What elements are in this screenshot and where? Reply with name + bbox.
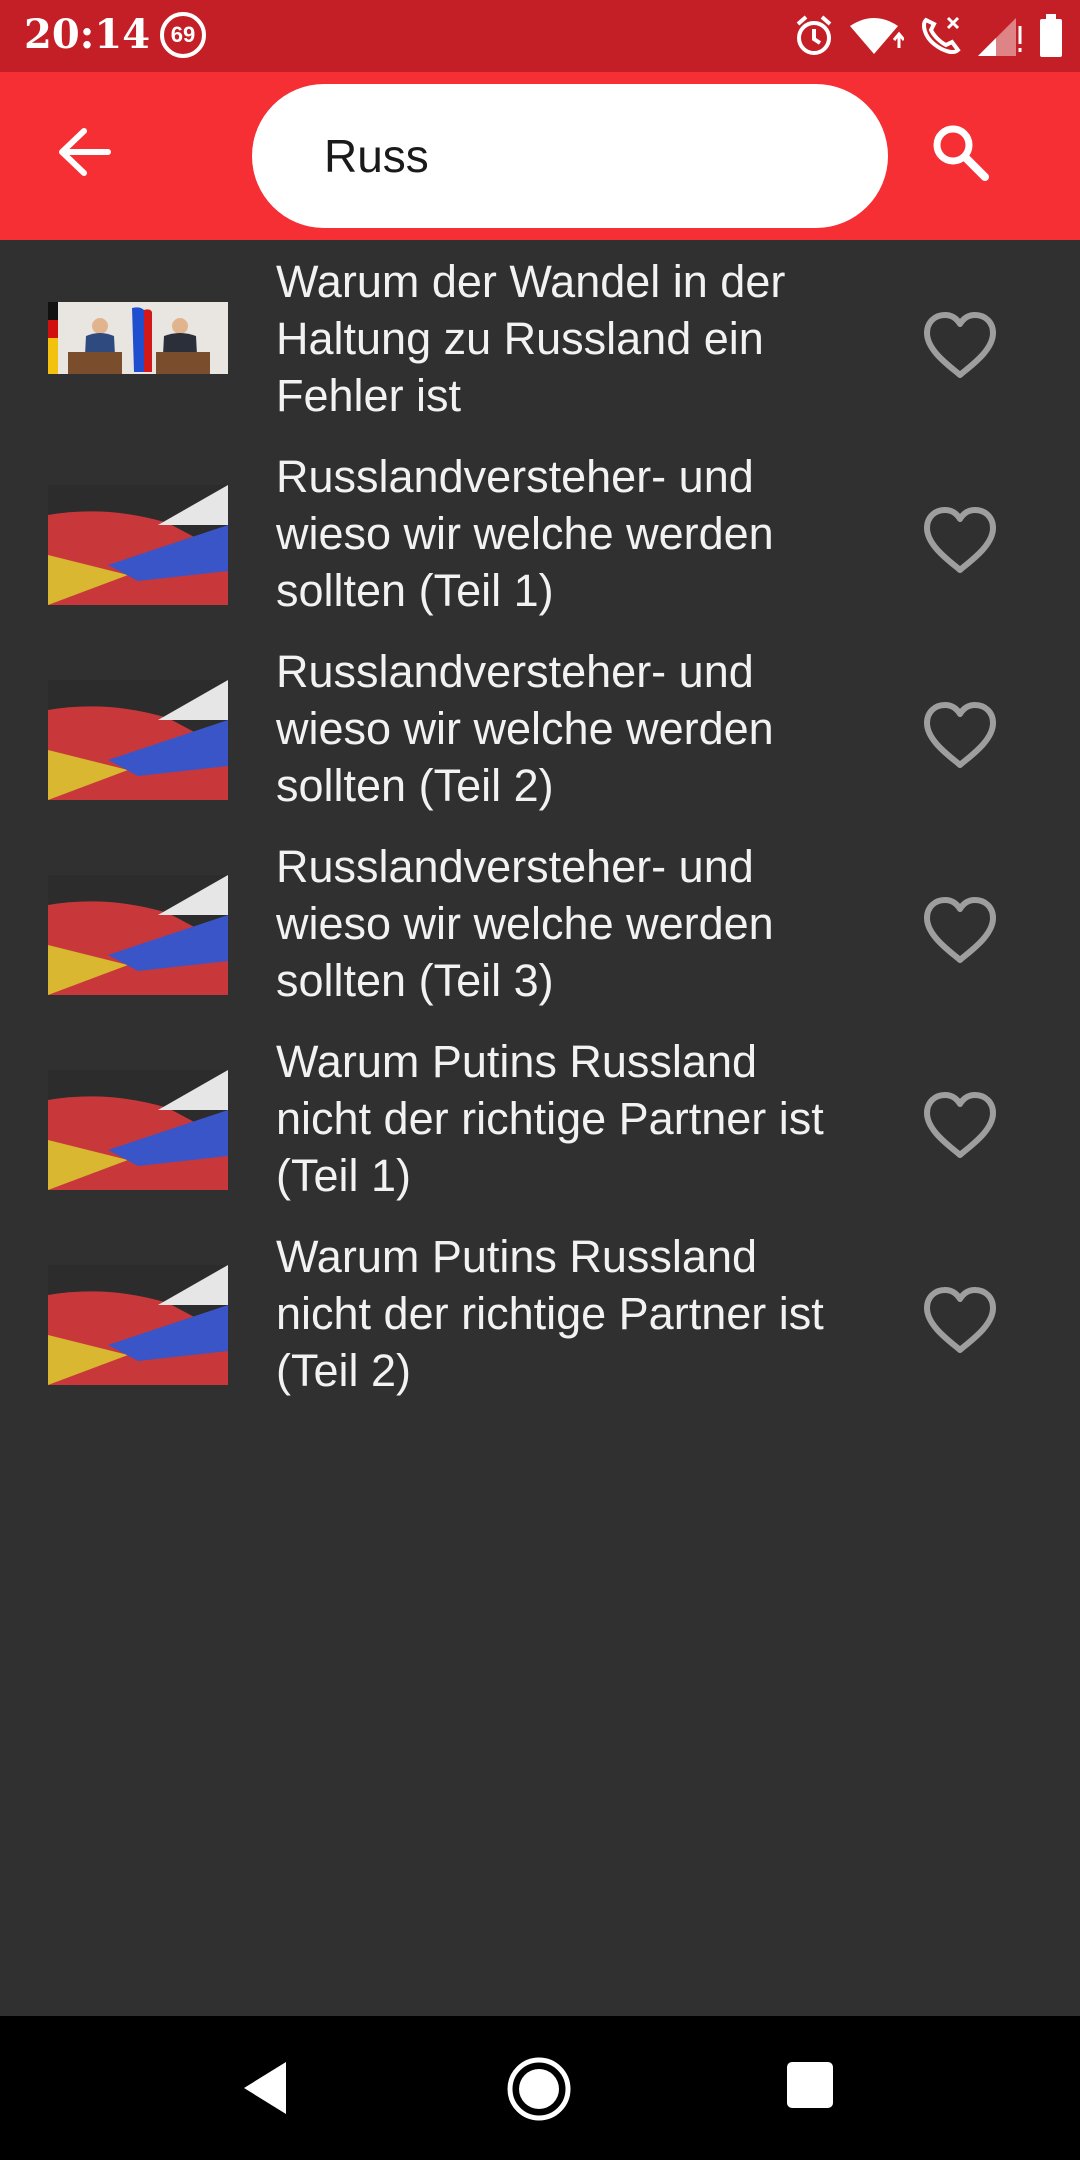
heart-outline-icon	[924, 1287, 996, 1353]
favorite-button[interactable]	[916, 692, 1004, 780]
favorite-button[interactable]	[916, 887, 1004, 975]
item-title: Russlandversteher- und wieso wir welche …	[276, 841, 774, 1006]
favorite-button[interactable]	[916, 302, 1004, 390]
heart-outline-icon	[924, 507, 996, 573]
thumbnail-photo	[48, 302, 228, 374]
thumbnail-flag	[48, 1265, 228, 1385]
battery-icon	[1038, 14, 1064, 58]
item-title: Warum der Wandel in der Haltung zu Russl…	[276, 256, 786, 421]
favorite-button[interactable]	[916, 1277, 1004, 1365]
status-icons	[794, 12, 1064, 60]
nav-back-icon[interactable]	[236, 2058, 296, 2118]
wifi-icon	[848, 16, 904, 56]
system-nav-bar	[0, 2016, 1080, 2160]
item-title: Warum Putins Russland nicht der richtige…	[276, 1231, 824, 1396]
search-icon	[933, 125, 989, 181]
back-button[interactable]	[44, 112, 124, 192]
call-icon	[918, 14, 962, 58]
favorite-button[interactable]	[916, 1082, 1004, 1170]
heart-outline-icon	[924, 1092, 996, 1158]
list-item[interactable]: Warum der Wandel in der Haltung zu Russl…	[0, 240, 1080, 435]
list-item[interactable]: Russlandversteher- und wieso wir welche …	[0, 825, 1080, 1020]
nav-recents-icon[interactable]	[787, 2062, 833, 2108]
nav-home-icon[interactable]	[506, 2056, 572, 2122]
heart-outline-icon	[924, 702, 996, 768]
thumbnail-flag	[48, 680, 228, 800]
notification-count-badge: 69	[160, 12, 206, 58]
signal-icon	[976, 14, 1024, 58]
favorite-button[interactable]	[916, 497, 1004, 585]
alarm-icon	[794, 14, 834, 58]
list-item[interactable]: Russlandversteher- und wieso wir welche …	[0, 630, 1080, 825]
app-bar	[0, 72, 1080, 240]
results-list: Warum der Wandel in der Haltung zu Russl…	[0, 240, 1080, 1410]
status-bar: 20:14 69	[0, 0, 1080, 72]
thumbnail-flag	[48, 485, 228, 605]
search-input[interactable]	[252, 84, 888, 228]
item-title: Russlandversteher- und wieso wir welche …	[276, 646, 774, 811]
list-item[interactable]: Warum Putins Russland nicht der richtige…	[0, 1215, 1080, 1410]
heart-outline-icon	[924, 897, 996, 963]
heart-outline-icon	[924, 312, 996, 378]
item-title: Warum Putins Russland nicht der richtige…	[276, 1036, 824, 1201]
arrow-back-icon	[59, 128, 111, 176]
list-item[interactable]: Warum Putins Russland nicht der richtige…	[0, 1020, 1080, 1215]
item-title: Russlandversteher- und wieso wir welche …	[276, 451, 774, 616]
thumbnail-flag	[48, 1070, 228, 1190]
search-button[interactable]	[918, 110, 1002, 194]
thumbnail-flag	[48, 875, 228, 995]
list-item[interactable]: Russlandversteher- und wieso wir welche …	[0, 435, 1080, 630]
status-time: 20:14	[24, 11, 151, 58]
